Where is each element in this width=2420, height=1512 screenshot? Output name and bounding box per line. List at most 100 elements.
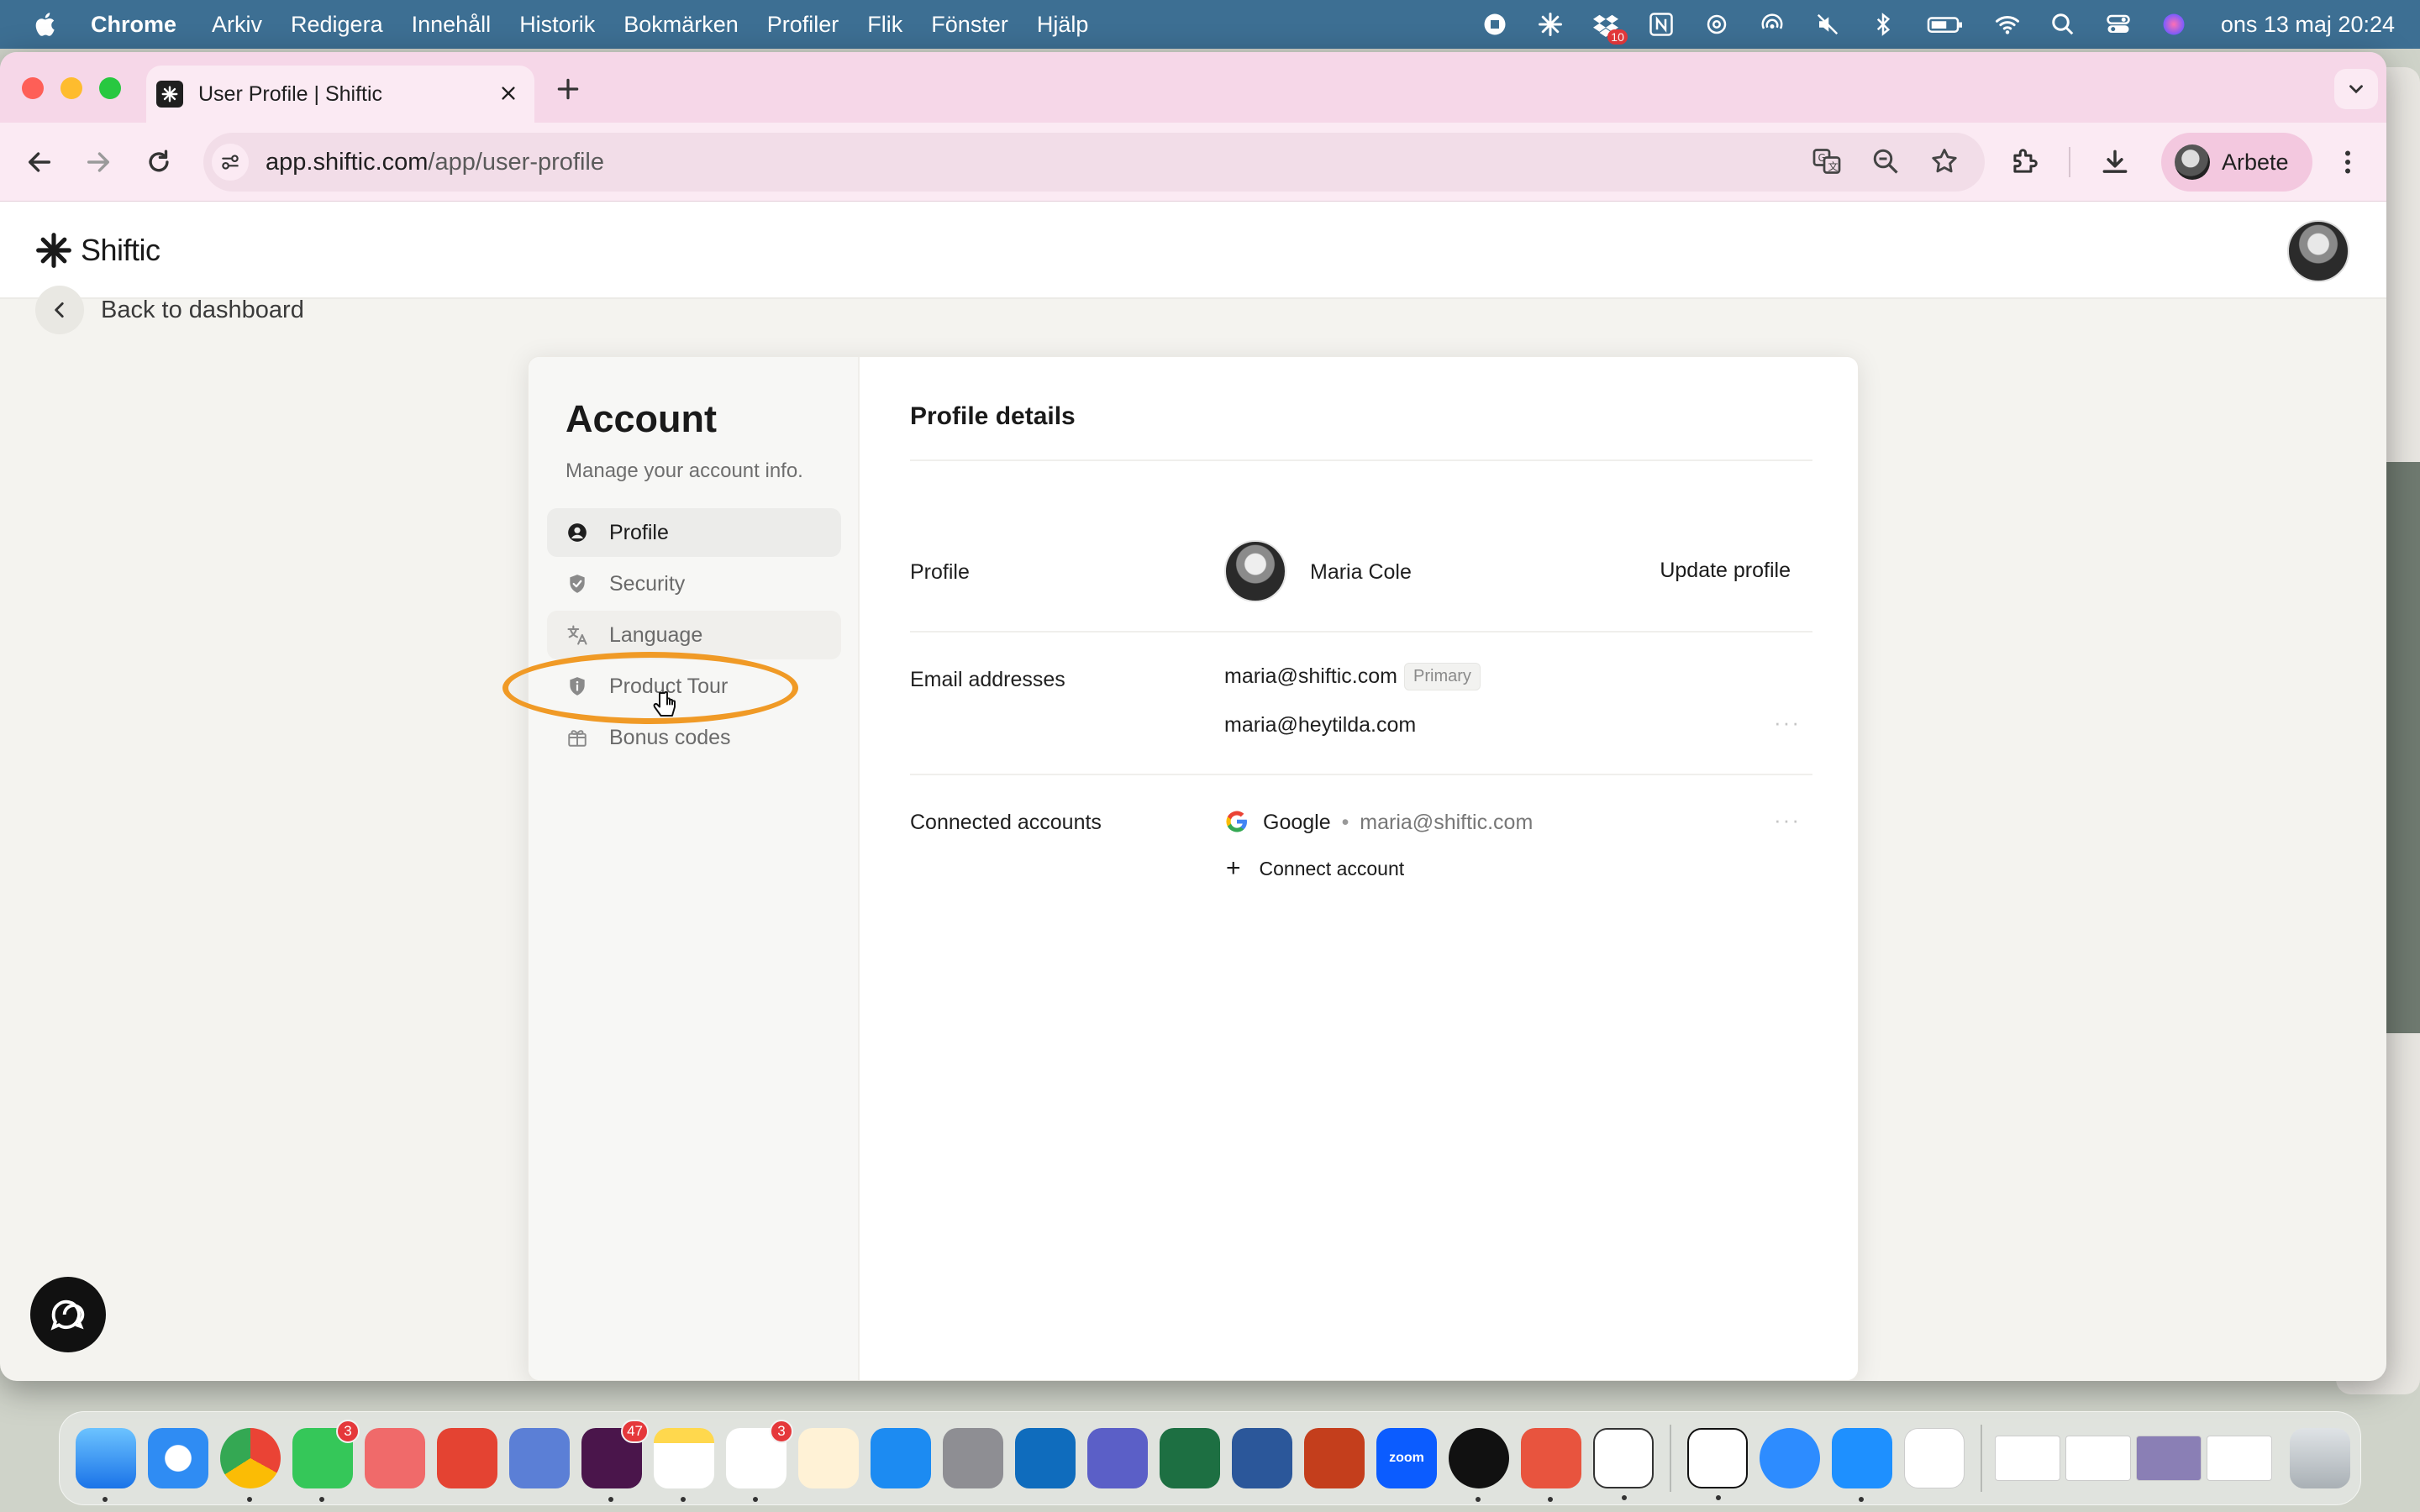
dock-reminders-icon[interactable]: 3 bbox=[726, 1420, 793, 1502]
window-zoom-button[interactable] bbox=[99, 77, 121, 99]
apple-logo-icon[interactable] bbox=[32, 10, 60, 39]
chrome-menu-icon[interactable] bbox=[2333, 144, 2363, 180]
dock-notes-icon[interactable] bbox=[654, 1428, 714, 1502]
tab-user-profile[interactable]: User Profile | Shiftic bbox=[146, 66, 534, 123]
gift-icon bbox=[566, 726, 589, 749]
asterisk-app-icon[interactable] bbox=[1537, 11, 1564, 38]
bookmark-star-icon[interactable] bbox=[1929, 146, 1960, 176]
notion-menubar-icon[interactable] bbox=[1648, 11, 1675, 38]
menu-flik[interactable]: Flik bbox=[867, 12, 902, 38]
site-settings-icon[interactable] bbox=[212, 144, 249, 181]
nav-item-language[interactable]: Language bbox=[547, 611, 841, 659]
dock-slack-icon[interactable]: 47 bbox=[581, 1420, 649, 1502]
back-to-dashboard-link[interactable]: Back to dashboard bbox=[35, 286, 304, 334]
zoom-out-icon[interactable] bbox=[1870, 146, 1901, 176]
dock-minimized-window[interactable] bbox=[2207, 1436, 2272, 1481]
menubar-clock[interactable]: ons 13 maj 20:24 bbox=[2221, 12, 2395, 38]
dock-system-settings-icon[interactable] bbox=[943, 1428, 1003, 1488]
dock-asana-icon[interactable] bbox=[365, 1428, 425, 1488]
shiftic-logo[interactable]: Shiftic bbox=[35, 232, 160, 269]
profile-name: Arbete bbox=[2222, 149, 2289, 175]
chevron-down-icon bbox=[2349, 85, 2363, 94]
dock-outlook-icon[interactable] bbox=[1015, 1428, 1076, 1488]
address-bar[interactable]: app.shiftic.com/app/user-profile G文 bbox=[203, 133, 1985, 192]
mute-icon[interactable] bbox=[1814, 11, 1841, 38]
dock-safari-icon[interactable] bbox=[148, 1428, 208, 1488]
dock-quicktime-icon[interactable] bbox=[1760, 1428, 1820, 1488]
menu-fonster[interactable]: Fönster bbox=[931, 12, 1008, 38]
translate-icon bbox=[566, 623, 589, 647]
dock-mic-app-icon[interactable] bbox=[509, 1428, 570, 1488]
user-avatar[interactable] bbox=[2287, 220, 2349, 282]
dock-freeform-icon[interactable] bbox=[798, 1428, 859, 1488]
profile-avatar bbox=[1224, 540, 1286, 602]
dock-document-icon[interactable] bbox=[1904, 1428, 1965, 1488]
tab-search-button[interactable] bbox=[2334, 69, 2378, 109]
messages-badge: 3 bbox=[336, 1420, 360, 1443]
spotlight-search-icon[interactable] bbox=[2049, 11, 2076, 38]
chat-bubbles-icon bbox=[50, 1299, 85, 1331]
tab-strip: User Profile | Shiftic bbox=[0, 52, 2386, 123]
menu-historik[interactable]: Historik bbox=[519, 12, 595, 38]
dock-app-store-icon[interactable] bbox=[871, 1428, 931, 1488]
siri-icon[interactable] bbox=[2160, 11, 2187, 38]
nav-item-profile[interactable]: Profile bbox=[547, 508, 841, 557]
slack-badge: 47 bbox=[621, 1420, 649, 1443]
dock-minimized-window[interactable] bbox=[2065, 1436, 2131, 1481]
dropbox-icon[interactable]: 10 bbox=[1592, 11, 1628, 45]
dock-todoist-icon[interactable] bbox=[437, 1428, 497, 1488]
dock-powerpoint-icon[interactable] bbox=[1304, 1428, 1365, 1488]
menu-arkiv[interactable]: Arkiv bbox=[212, 12, 262, 38]
nav-item-security[interactable]: Security bbox=[547, 559, 841, 608]
menu-profiler[interactable]: Profiler bbox=[767, 12, 839, 38]
connected-more-options-icon[interactable]: ··· bbox=[1774, 807, 1801, 833]
bluetooth-icon[interactable] bbox=[1870, 11, 1897, 38]
battery-icon[interactable] bbox=[1925, 11, 1965, 38]
dock-teams-icon[interactable] bbox=[1087, 1428, 1148, 1488]
dock-minimized-window[interactable] bbox=[2136, 1436, 2202, 1481]
tab-close-icon[interactable] bbox=[496, 81, 521, 106]
connect-account-button[interactable]: + Connect account bbox=[1224, 854, 1404, 883]
airdrop-icon[interactable] bbox=[1759, 11, 1786, 38]
dock-excel-icon[interactable] bbox=[1160, 1428, 1220, 1488]
dock-finder-icon[interactable] bbox=[76, 1428, 136, 1502]
wifi-icon[interactable] bbox=[1994, 11, 2021, 38]
dock-downloads-icon[interactable] bbox=[1832, 1428, 1892, 1502]
dock-claude-icon[interactable] bbox=[1521, 1428, 1581, 1502]
new-tab-icon[interactable] bbox=[555, 76, 581, 102]
extensions-puzzle-icon[interactable] bbox=[2008, 146, 2040, 178]
window-close-button[interactable] bbox=[22, 77, 44, 99]
dock-minimized-window[interactable] bbox=[1995, 1436, 2060, 1481]
menu-redigera[interactable]: Redigera bbox=[291, 12, 383, 38]
dock-messages-icon[interactable]: 3 bbox=[292, 1420, 360, 1502]
chrome-profile-button[interactable]: Arbete bbox=[2161, 133, 2312, 192]
forward-arrow-icon[interactable] bbox=[84, 148, 113, 176]
dock-word-icon[interactable] bbox=[1232, 1428, 1292, 1488]
translate-page-icon[interactable]: G文 bbox=[1812, 146, 1842, 176]
downloads-icon[interactable] bbox=[2099, 146, 2131, 178]
email-more-options-icon[interactable]: ··· bbox=[1774, 710, 1801, 736]
reload-icon[interactable] bbox=[145, 148, 173, 176]
menu-bokmarken[interactable]: Bokmärken bbox=[623, 12, 739, 38]
menu-hjalp[interactable]: Hjälp bbox=[1037, 12, 1089, 38]
update-profile-button[interactable]: Update profile bbox=[1660, 559, 1791, 583]
menu-innehall[interactable]: Innehåll bbox=[412, 12, 492, 38]
tab-title: User Profile | Shiftic bbox=[198, 81, 383, 106]
dock-spotify-icon[interactable] bbox=[1449, 1428, 1509, 1502]
window-minimize-button[interactable] bbox=[60, 77, 82, 99]
openai-menubar-icon[interactable] bbox=[1703, 11, 1730, 38]
divider bbox=[910, 774, 1812, 775]
zoom-label: zoom bbox=[1389, 1451, 1424, 1465]
control-center-icon[interactable] bbox=[2105, 11, 2132, 38]
dock-notion-icon[interactable] bbox=[1687, 1428, 1748, 1500]
account-title: Account bbox=[566, 397, 717, 440]
dock-chrome-icon[interactable] bbox=[220, 1428, 281, 1502]
dock-zoom-icon[interactable]: zoom bbox=[1376, 1428, 1437, 1488]
record-icon[interactable] bbox=[1481, 11, 1508, 38]
back-arrow-icon[interactable] bbox=[25, 148, 54, 176]
chat-support-button[interactable] bbox=[30, 1277, 106, 1352]
dock-trash-icon[interactable] bbox=[2290, 1428, 2350, 1488]
account-sidebar: Account Manage your account info. Profil… bbox=[529, 357, 860, 1380]
menu-app-name[interactable]: Chrome bbox=[91, 12, 176, 38]
dock-chatgpt-icon[interactable] bbox=[1593, 1428, 1654, 1500]
